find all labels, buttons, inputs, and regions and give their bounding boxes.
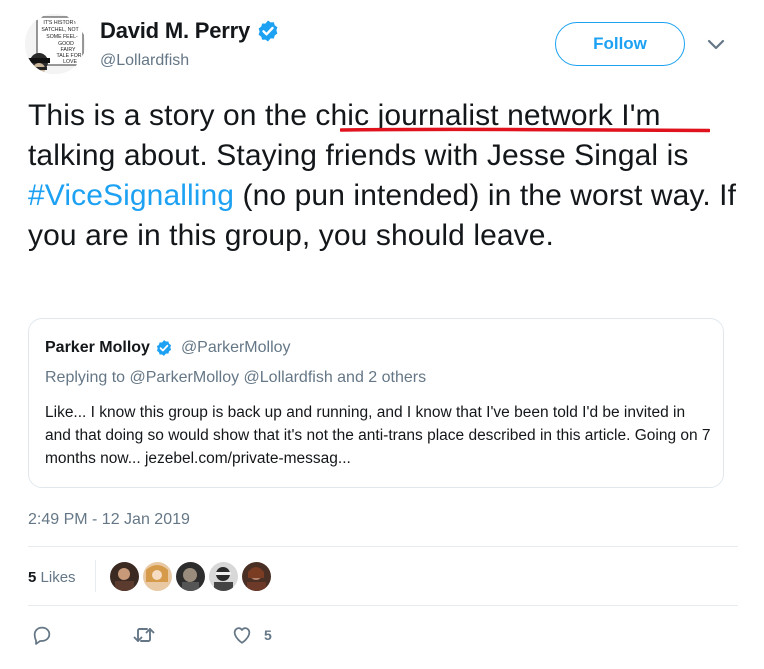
likes-stat[interactable]: 5 Likes	[28, 569, 76, 586]
svg-text:LOVE: LOVE	[63, 59, 77, 65]
chevron-down-icon[interactable]	[706, 38, 726, 52]
like-count: 5	[264, 627, 272, 643]
author-block: David M. Perry @Lollardfish	[100, 18, 280, 70]
avatar-drawing: IT'S HISTORY SATCHEL, NOT SOME FEEL- GOO…	[25, 14, 85, 74]
liker-avatar[interactable]	[242, 562, 271, 591]
verified-badge-icon	[156, 340, 171, 356]
heart-icon	[233, 627, 251, 644]
likers-avatars	[110, 562, 271, 591]
author-name[interactable]: David M. Perry	[100, 18, 250, 44]
replying-to-line: Replying to @ParkerMolloy @Lollardfish a…	[45, 369, 427, 386]
svg-text:IT'S HISTORY: IT'S HISTORY	[43, 20, 77, 26]
liker-avatar[interactable]	[110, 562, 139, 591]
retweet-button[interactable]	[132, 624, 156, 646]
quoted-author-name: Parker Molloy	[45, 339, 150, 356]
quoted-author-handle: @ParkerMolloy	[180, 339, 291, 356]
liker-avatar[interactable]	[143, 562, 172, 591]
quoted-tweet-text: Like... I know this group is back up and…	[45, 404, 711, 467]
tweet-timestamp[interactable]: 2:49 PM - 12 Jan 2019	[28, 511, 190, 529]
verified-badge-icon	[258, 20, 278, 42]
liker-avatar[interactable]	[209, 562, 238, 591]
likes-count: 5	[28, 569, 37, 586]
reply-icon	[33, 626, 51, 645]
likes-label: Likes	[40, 569, 76, 586]
quoted-author-row: Parker Molloy @ParkerMolloy	[45, 339, 291, 357]
hashtag-link[interactable]: #ViceSignalling	[28, 179, 234, 212]
reply-button[interactable]	[31, 624, 53, 646]
divider	[28, 546, 738, 547]
author-avatar[interactable]: IT'S HISTORY SATCHEL, NOT SOME FEEL- GOO…	[25, 14, 85, 74]
tweet-text-part: This is a story on the	[28, 99, 316, 132]
svg-text:SATCHEL, NOT: SATCHEL, NOT	[41, 27, 79, 33]
divider	[28, 605, 738, 606]
like-button[interactable]	[231, 624, 253, 646]
liker-avatar[interactable]	[176, 562, 205, 591]
stat-separator	[95, 560, 96, 592]
follow-button[interactable]: Follow	[555, 22, 685, 66]
svg-text:SOME FEEL-: SOME FEEL-	[46, 34, 78, 40]
red-underline-annotation	[340, 127, 710, 133]
quoted-tweet-card[interactable]: Parker Molloy @ParkerMolloy Replying to …	[28, 318, 724, 488]
author-handle[interactable]: @Lollardfish	[100, 52, 280, 70]
tweet-text: This is a story on the chic journalist n…	[28, 96, 743, 256]
retweet-icon	[133, 628, 155, 642]
